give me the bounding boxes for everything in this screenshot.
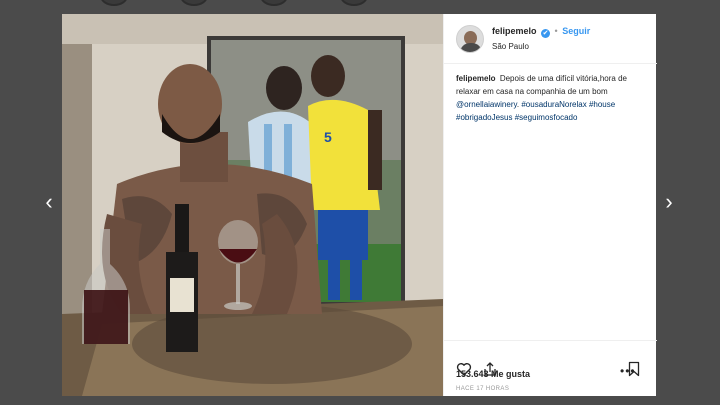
post-sidebar: felipemelo ✔ • Seguir São Paulo felipeme… — [443, 14, 657, 396]
chevron-right-icon: › — [665, 189, 673, 214]
story-avatar[interactable] — [180, 0, 208, 6]
story-avatar[interactable] — [100, 0, 128, 6]
verified-badge-icon: ✔ — [541, 28, 551, 38]
post-caption: felipemelo Depois de uma difícil vitória… — [456, 74, 627, 122]
avatar[interactable] — [456, 24, 484, 53]
hashtag-link[interactable]: #seguimosfocado — [515, 113, 578, 122]
post-header-top: felipemelo ✔ • Seguir — [492, 25, 590, 38]
chevron-left-icon: ‹ — [45, 189, 53, 214]
location-link[interactable]: São Paulo — [492, 40, 590, 53]
svg-text:5: 5 — [324, 129, 332, 145]
post-actions — [444, 340, 657, 377]
hashtag-link[interactable]: #house — [589, 100, 615, 109]
stories-row — [0, 0, 720, 6]
more-options-icon[interactable]: ••• — [620, 364, 636, 378]
post-photo: 5 — [62, 14, 443, 396]
follow-button[interactable]: Seguir — [562, 26, 590, 36]
post-timestamp[interactable]: HACE 17 HORAS — [456, 386, 509, 392]
story-avatar[interactable] — [340, 0, 368, 6]
caption-username-link[interactable]: felipemelo — [456, 74, 496, 83]
separator-dot: • — [554, 25, 558, 36]
hashtag-link[interactable]: #ousaduraNorelax — [521, 100, 586, 109]
like-count[interactable]: 153.643 Me gusta — [456, 369, 530, 379]
post-photo-illustration: 5 — [62, 14, 443, 396]
post-header: felipemelo ✔ • Seguir São Paulo — [444, 14, 657, 64]
avatar-body — [460, 42, 482, 52]
hashtag-link[interactable]: #obrigadoJesus — [456, 113, 512, 122]
previous-post-button[interactable]: ‹ — [37, 190, 61, 214]
username-link[interactable]: felipemelo — [492, 26, 537, 36]
next-post-button[interactable]: › — [657, 190, 681, 214]
post-modal: 5 felipemelo ✔ • Seguir São Paulo felipe… — [62, 14, 657, 396]
mention-link[interactable]: @ornellaiawinery — [456, 100, 517, 109]
story-avatar[interactable] — [260, 0, 288, 6]
post-header-text: felipemelo ✔ • Seguir São Paulo — [492, 25, 590, 53]
